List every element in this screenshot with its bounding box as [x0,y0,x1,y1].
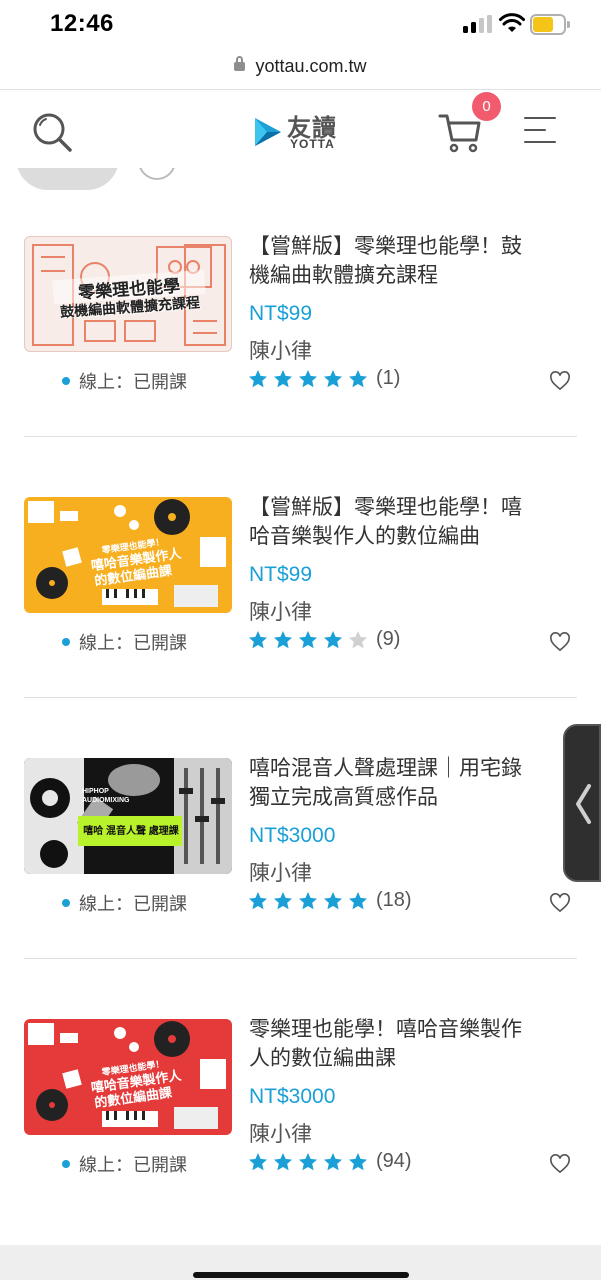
card-divider [24,697,577,698]
star-icon [274,891,292,910]
course-status: 線上：已開課 [62,629,187,655]
thumbnail-artwork [24,758,232,874]
star-icon [349,891,367,910]
thumbnail-title-1: HIPHOP [82,788,109,795]
course-thumbnail[interactable]: 零樂理也能學 鼓機編曲軟體擴充課程 [24,236,232,352]
course-teacher[interactable]: 陳小律 [249,335,312,365]
course-rating: (18) [248,889,412,913]
heart-icon[interactable] [549,893,571,913]
thumbnail-title-3: 嘻哈 混音人聲 處理課 [83,826,179,837]
status-bar: 12:46 [0,0,601,48]
lock-icon [234,56,246,71]
course-card[interactable]: 零樂理也能學 鼓機編曲軟體擴充課程 線上：已開課 【嘗鮮版】零樂理也能學！鼓機編… [24,235,577,497]
cellular-signal-icon [463,15,493,33]
star-icon [274,630,292,649]
course-status: 線上：已開課 [62,368,187,394]
wifi-icon [499,13,525,32]
site-logo[interactable]: 友讀 YOTTA [253,108,353,152]
review-count: (18) [376,889,412,912]
star-icon [349,1152,367,1171]
course-card[interactable]: 零樂理也能學！ 嘻哈音樂製作人 的數位編曲課 線上：已開課 【嘗鮮版】零樂理也能… [24,496,577,758]
course-thumbnail[interactable]: 零樂理也能學！ 嘻哈音樂製作人 的數位編曲課 [24,497,232,613]
review-count: (94) [376,1150,412,1173]
star-icon [299,1152,317,1171]
cart-count-badge: 0 [472,92,501,121]
course-status: 線上：已開課 [62,1151,187,1177]
status-time: 12:46 [50,10,114,37]
course-thumbnail[interactable]: 零樂理也能學！ 嘻哈音樂製作人 的數位編曲課 [24,1019,232,1135]
star-icon [324,891,342,910]
course-teacher[interactable]: 陳小律 [249,1118,312,1148]
card-divider [24,958,577,959]
course-card[interactable]: 零樂理也能學！ 嘻哈音樂製作人 的數位編曲課 線上：已開課 零樂理也能學！嘻哈音… [24,1018,577,1280]
course-rating: (1) [248,367,400,391]
star-icon [324,630,342,649]
course-thumbnail[interactable]: HIPHOP AUDIOMIXING 嘻哈 混音人聲 處理課 [24,758,232,874]
star-icon [274,369,292,388]
status-dot-icon [62,377,70,385]
star-icon [299,891,317,910]
course-title[interactable]: 嘻哈混音人聲處理課｜用宅錄獨立完成高質感作品 [249,754,539,812]
course-price: NT$99 [249,302,313,325]
course-title[interactable]: 【嘗鮮版】零樂理也能學！嘻哈音樂製作人的數位編曲 [249,493,539,551]
star-icon [249,891,267,910]
star-icon [324,369,342,388]
course-price: NT$3000 [249,1085,336,1108]
course-price: NT$99 [249,563,313,586]
star-icon [324,1152,342,1171]
star-icon [299,369,317,388]
heart-icon[interactable] [549,1154,571,1174]
url-text: yottau.com.tw [255,56,367,76]
side-drawer-handle[interactable] [563,724,601,882]
status-dot-icon [62,1160,70,1168]
star-icon [299,630,317,649]
star-icon [274,1152,292,1171]
star-icon [249,630,267,649]
review-count: (1) [376,367,401,390]
browser-url-bar[interactable]: yottau.com.tw [0,48,601,90]
course-teacher[interactable]: 陳小律 [249,596,312,626]
battery-icon [530,14,570,35]
logo-mark-icon [255,118,281,146]
course-rating: (9) [248,628,400,652]
review-count: (9) [376,628,401,651]
star-icon [249,1152,267,1171]
card-divider [24,436,577,437]
chevron-left-icon [576,784,591,824]
status-dot-icon [62,638,70,646]
status-dot-icon [62,899,70,907]
site-header: 友讀 YOTTA 0 [0,90,601,168]
course-teacher[interactable]: 陳小律 [249,857,312,887]
course-title[interactable]: 零樂理也能學！嘻哈音樂製作人的數位編曲課 [249,1015,539,1073]
home-indicator[interactable] [193,1272,409,1278]
logo-english-text: YOTTA [290,137,335,151]
thumbnail-title-2: AUDIOMIXING [82,797,130,804]
star-icon [349,630,367,649]
heart-icon[interactable] [549,371,571,391]
star-icon [249,369,267,388]
heart-icon[interactable] [549,632,571,652]
star-icon [349,369,367,388]
search-icon[interactable] [30,110,74,154]
course-status: 線上：已開課 [62,890,187,916]
course-rating: (94) [248,1150,412,1174]
course-title[interactable]: 【嘗鮮版】零樂理也能學！鼓機編曲軟體擴充課程 [249,232,539,290]
menu-icon[interactable] [524,116,558,144]
course-card[interactable]: HIPHOP AUDIOMIXING 嘻哈 混音人聲 處理課 線上：已開課 嘻哈… [24,757,577,1019]
course-price: NT$3000 [249,824,336,847]
